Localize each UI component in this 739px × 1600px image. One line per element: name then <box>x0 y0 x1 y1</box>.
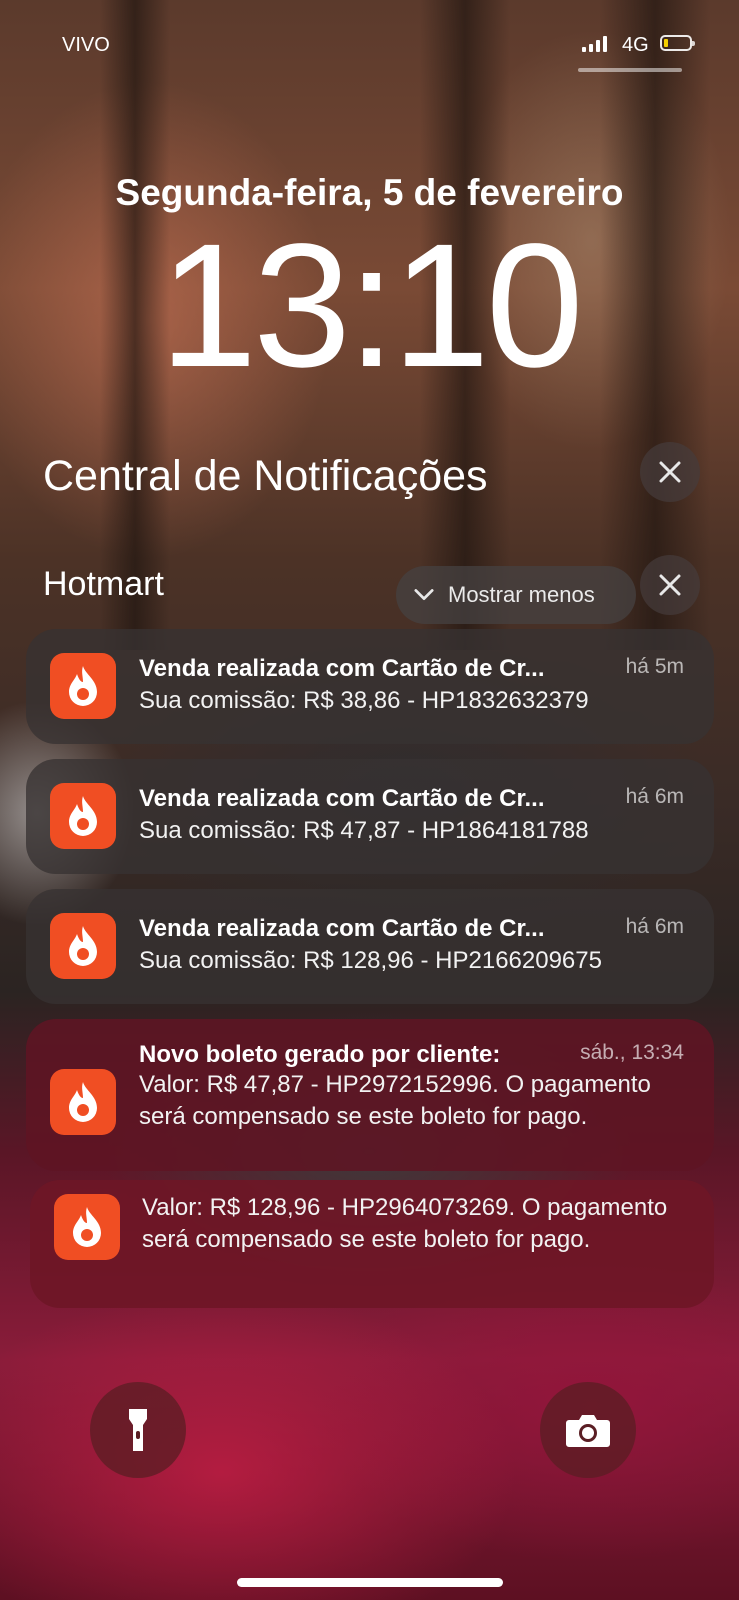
carrier-name: VIVO <box>62 34 110 56</box>
status-bar: VIVO 4G <box>0 30 739 60</box>
notification-body: Valor: R$ 47,87 - HP2972152996. O pagame… <box>139 1071 651 1130</box>
battery-icon <box>660 35 695 51</box>
show-less-button[interactable]: Mostrar menos <box>396 566 636 624</box>
flashlight-button[interactable] <box>90 1382 186 1478</box>
hotmart-flame-icon <box>50 653 116 719</box>
show-less-label: Mostrar menos <box>448 582 595 607</box>
notification-title: Venda realizada com Cartão de Cr... <box>139 915 545 942</box>
hotmart-flame-icon <box>50 783 116 849</box>
control-center-indicator[interactable] <box>578 68 682 72</box>
notification-card[interactable]: Valor: R$ 128,96 - HP2964073269. O pagam… <box>30 1180 714 1308</box>
notification-title: Venda realizada com Cartão de Cr... <box>139 655 545 682</box>
close-icon <box>659 574 681 596</box>
clear-group-button[interactable] <box>640 555 700 615</box>
notification-body: Valor: R$ 128,96 - HP2964073269. O pagam… <box>142 1194 668 1253</box>
notification-body: Sua comissão: R$ 128,96 - HP2166209675 <box>139 947 602 974</box>
signal-icon <box>582 36 607 52</box>
hotmart-flame-icon <box>50 913 116 979</box>
notification-title: Venda realizada com Cartão de Cr... <box>139 785 545 812</box>
notification-body: Sua comissão: R$ 38,86 - HP1832632379 <box>139 687 589 714</box>
notification-card[interactable]: Venda realizada com Cartão de Cr... há 6… <box>26 759 714 874</box>
camera-button[interactable] <box>540 1382 636 1478</box>
notification-time: há 6m <box>625 785 684 808</box>
hotmart-flame-icon <box>50 1069 116 1135</box>
notification-time: há 5m <box>625 655 684 678</box>
notification-title: Novo boleto gerado por cliente: <box>139 1041 501 1068</box>
notification-time: há 6m <box>625 915 684 938</box>
notification-time: sáb., 13:34 <box>580 1041 684 1064</box>
chevron-down-icon <box>414 585 434 605</box>
network-type: 4G <box>622 34 649 56</box>
close-icon <box>659 461 681 483</box>
notification-card[interactable]: Venda realizada com Cartão de Cr... há 5… <box>26 629 714 744</box>
hotmart-flame-icon <box>54 1194 120 1260</box>
group-app-name: Hotmart <box>43 565 164 603</box>
notification-center-title: Central de Notificações <box>43 452 488 500</box>
notification-card[interactable]: Venda realizada com Cartão de Cr... há 6… <box>26 889 714 1004</box>
notification-card[interactable]: Novo boleto gerado por cliente: sáb., 13… <box>26 1019 714 1171</box>
flashlight-icon <box>129 1409 147 1451</box>
notification-body: Sua comissão: R$ 47,87 - HP1864181788 <box>139 817 589 844</box>
camera-icon <box>566 1415 610 1447</box>
clear-all-button[interactable] <box>640 442 700 502</box>
home-indicator[interactable] <box>237 1578 503 1587</box>
lock-time: 13:10 <box>159 208 583 404</box>
